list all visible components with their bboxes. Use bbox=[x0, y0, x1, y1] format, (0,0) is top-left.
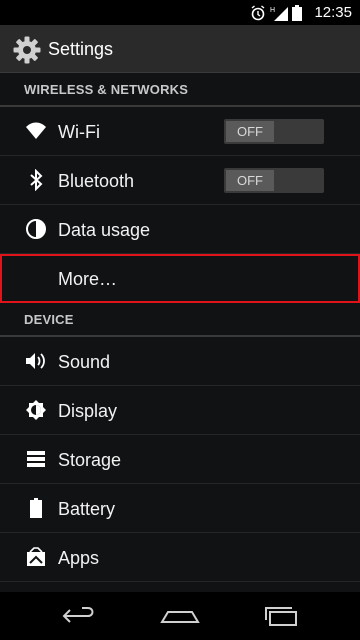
apps-icon bbox=[24, 545, 48, 569]
display-icon bbox=[24, 398, 48, 422]
settings-gear-icon[interactable] bbox=[12, 35, 42, 65]
navigation-bar bbox=[0, 592, 360, 640]
settings-item-apps[interactable]: Apps bbox=[0, 533, 360, 582]
storage-icon bbox=[24, 447, 48, 471]
settings-item-label: Display bbox=[58, 401, 118, 421]
settings-item-wifi[interactable]: Wi-Fi OFF bbox=[0, 107, 360, 156]
sound-icon bbox=[24, 349, 48, 373]
settings-item-label: Data usage bbox=[58, 220, 151, 240]
settings-item-label: Wi-Fi bbox=[58, 122, 100, 142]
battery-icon bbox=[292, 5, 302, 21]
settings-item-label: Storage bbox=[58, 450, 122, 470]
action-bar: Settings bbox=[0, 25, 360, 73]
status-icons: H bbox=[250, 5, 302, 21]
settings-item-label: Bluetooth bbox=[58, 171, 135, 191]
page-title: Settings bbox=[48, 39, 114, 59]
svg-text:H: H bbox=[270, 7, 275, 14]
bluetooth-icon bbox=[24, 168, 48, 192]
toggle-state: OFF bbox=[226, 170, 274, 191]
settings-item-label: Apps bbox=[58, 548, 100, 568]
settings-list[interactable]: WIRELESS & NETWORKS Wi-Fi OFF Bluetooth … bbox=[0, 73, 360, 592]
settings-item-battery[interactable]: Battery bbox=[0, 484, 360, 533]
section-header-device: DEVICE bbox=[0, 303, 360, 337]
section-header-label: DEVICE bbox=[24, 311, 74, 327]
settings-item-display[interactable]: Display bbox=[0, 386, 360, 435]
signal-icon: H bbox=[270, 7, 288, 21]
wifi-toggle[interactable]: OFF bbox=[224, 119, 324, 144]
settings-item-label: Sound bbox=[58, 352, 111, 372]
settings-item-storage[interactable]: Storage bbox=[0, 435, 360, 484]
section-header-label: WIRELESS & NETWORKS bbox=[24, 81, 189, 97]
settings-item-bluetooth[interactable]: Bluetooth OFF bbox=[0, 156, 360, 205]
settings-item-label: Battery bbox=[58, 499, 116, 519]
alarm-icon bbox=[251, 5, 265, 21]
settings-item-sound[interactable]: Sound bbox=[0, 337, 360, 386]
status-bar: H 12:35 bbox=[0, 0, 360, 25]
data-usage-icon bbox=[24, 217, 48, 241]
back-icon[interactable] bbox=[60, 604, 100, 628]
section-header-wireless: WIRELESS & NETWORKS bbox=[0, 73, 360, 107]
battery-icon bbox=[24, 496, 48, 520]
status-time: 12:35 bbox=[314, 4, 352, 21]
settings-item-data-usage[interactable]: Data usage bbox=[0, 205, 360, 254]
settings-item-more[interactable]: More… bbox=[0, 254, 360, 303]
bluetooth-toggle[interactable]: OFF bbox=[224, 168, 324, 193]
wifi-icon bbox=[24, 119, 48, 143]
toggle-state: OFF bbox=[226, 121, 274, 142]
settings-item-label: More… bbox=[58, 269, 118, 289]
home-icon[interactable] bbox=[160, 604, 200, 628]
recents-icon[interactable] bbox=[262, 604, 302, 628]
